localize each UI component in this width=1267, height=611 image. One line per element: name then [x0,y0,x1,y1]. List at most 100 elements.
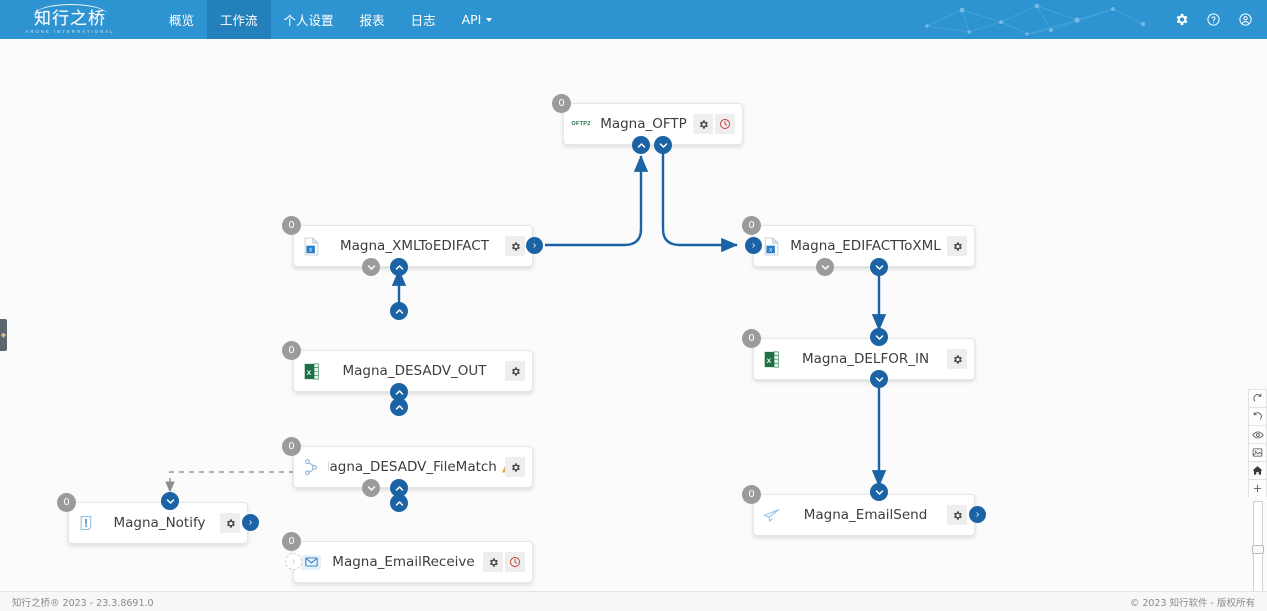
node-settings-button[interactable] [947,505,967,525]
node-connector-down-top-delfor-in[interactable] [870,328,888,346]
filematch-icon [294,458,328,476]
workflow-node-magna-emailsend[interactable]: 0 Magna_EmailSend [753,494,975,536]
workflow-node-magna-emailreceive[interactable]: 0 Magna_EmailReceive [293,541,533,583]
node-badge-count: 0 [57,493,76,512]
node-connector-up-xmltoedifact[interactable] [390,258,408,276]
nav-item-overview[interactable]: 概览 [156,0,207,39]
node-badge-count: 0 [742,216,761,235]
excel-file-icon: X [294,362,328,381]
top-navigation-bar: 知行之桥 ARONE INTERNATIONAL 概览 工作流 个人设置 报表 … [0,0,1267,39]
workflow-node-magna-edifacttoxml[interactable]: 0 x Magna_EDIFACTToXML [753,225,975,267]
gear-icon [952,354,963,365]
undo-icon[interactable] [1248,407,1267,425]
image-export-icon[interactable] [1248,443,1267,461]
svg-text:X: X [306,369,311,376]
node-connector-up-top-filematch[interactable] [390,398,408,416]
node-settings-button[interactable] [505,361,525,381]
nav-item-personal-settings[interactable]: 个人设置 [271,0,347,39]
logo-arc-icon [33,4,109,16]
node-connector-down-edifacttoxml[interactable] [870,258,888,276]
nav-item-label: 日志 [411,10,436,29]
node-connector-up-top-desadv-out[interactable] [390,302,408,320]
decorative-network-graphic [917,0,1147,39]
gear-icon [510,241,521,252]
zoom-slider[interactable] [1253,501,1263,591]
node-buttons [947,349,974,369]
node-schedule-button[interactable] [715,114,735,134]
workflow-node-magna-desadv-filematch[interactable]: 0 Magna_DESADV_FileMatch ▲ [293,446,533,488]
node-buttons [483,552,532,572]
gear-icon[interactable] [1174,12,1189,27]
node-settings-button[interactable] [947,236,967,256]
node-connector-up-emailreceive[interactable] [390,494,408,512]
zoom-slider-thumb[interactable] [1252,545,1264,554]
home-icon[interactable] [1248,461,1267,479]
nav-item-logs[interactable]: 日志 [398,0,449,39]
node-settings-button[interactable] [947,349,967,369]
node-badge-count: 0 [282,437,301,456]
workflow-node-magna-oftp[interactable]: 0 OFTP2 Magna_OFTP [563,103,743,145]
node-connector-down-gray-edifacttoxml[interactable] [816,258,834,276]
canvas-tools-toolbar [1248,389,1267,591]
gear-icon [952,241,963,252]
workflow-canvas[interactable]: ◆ [0,39,1267,591]
node-connector-down-oftp[interactable] [654,136,672,154]
workflow-node-magna-delfor-in[interactable]: 0 X Magna_DELFOR_IN [753,338,975,380]
user-circle-icon[interactable] [1238,12,1253,27]
node-output-connector-emailsend[interactable]: › [969,506,986,523]
gear-icon [510,366,521,377]
node-buttons [505,361,532,381]
node-connector-down-emailsend[interactable] [870,483,888,501]
node-output-connector-xmltoedifact[interactable]: › [526,237,543,254]
workflow-node-magna-desadv-out[interactable]: 0 X Magna_DESADV_OUT [293,350,533,392]
node-connector-up-oftp[interactable] [632,136,650,154]
nav-right-icons [1174,0,1267,39]
node-title-text: Magna_DESADV_FileMatch [328,459,497,475]
nav-item-label: 工作流 [220,10,258,29]
refresh-icon[interactable] [1248,389,1267,407]
node-badge-count: 0 [282,532,301,551]
nav-item-reports[interactable]: 报表 [347,0,398,39]
workflow-node-magna-notify[interactable]: 0 Magna_Notify [68,502,248,544]
node-connector-down-xmltoedifact[interactable] [362,258,380,276]
nav-item-label: 报表 [360,10,385,29]
node-title: Magna_EmailReceive [328,554,483,570]
node-title: Magna_EmailSend [788,507,947,523]
app-logo[interactable]: 知行之桥 ARONE INTERNATIONAL [0,0,140,39]
help-circle-icon[interactable] [1206,12,1221,27]
node-connector-down-gray-filematch[interactable] [362,479,380,497]
oftp2-icon: OFTP2 [564,121,598,127]
node-title: Magna_EDIFACTToXML [788,238,947,254]
node-schedule-button[interactable] [505,552,525,572]
node-settings-button[interactable] [505,457,525,477]
zoom-in-icon[interactable] [1248,479,1267,497]
nav-item-label: 个人设置 [284,10,334,29]
node-buttons [947,236,974,256]
node-title: Magna_DESADV_FileMatch ▲ [328,459,505,475]
eye-icon[interactable] [1248,425,1267,443]
node-title: Magna_OFTP [598,116,693,132]
nav-menu: 概览 工作流 个人设置 报表 日志 API [156,0,505,39]
svg-text:X: X [766,357,771,364]
footer-left-text: 知行之桥® 2023 - 23.3.8691.0 [12,595,154,609]
node-input-connector-edifacttoxml[interactable]: › [745,237,762,254]
node-settings-button[interactable] [483,552,503,572]
node-connector-down-notify[interactable] [161,492,179,510]
nav-item-workflow[interactable]: 工作流 [207,0,271,39]
node-badge-count: 0 [282,216,301,235]
workflow-node-magna-xmltoedifact[interactable]: 0 x Magna_XMLToEDIFACT [293,225,533,267]
node-input-connector-emailreceive[interactable]: › [285,553,302,570]
clock-icon [719,118,731,130]
svg-text:x: x [309,247,312,253]
node-connector-down-bottom-delfor-in[interactable] [870,370,888,388]
node-buttons [693,114,742,134]
node-settings-button[interactable] [693,114,713,134]
nav-item-api[interactable]: API [449,0,506,39]
paper-plane-icon [754,508,788,523]
node-output-connector-notify[interactable]: › [242,514,259,531]
exclamation-icon [69,515,103,531]
node-title: Magna_Notify [103,515,220,531]
footer-bar: 知行之桥® 2023 - 23.3.8691.0 © 2023 知行软件 - 版… [0,591,1267,611]
node-settings-button[interactable] [505,236,525,256]
node-settings-button[interactable] [220,513,240,533]
